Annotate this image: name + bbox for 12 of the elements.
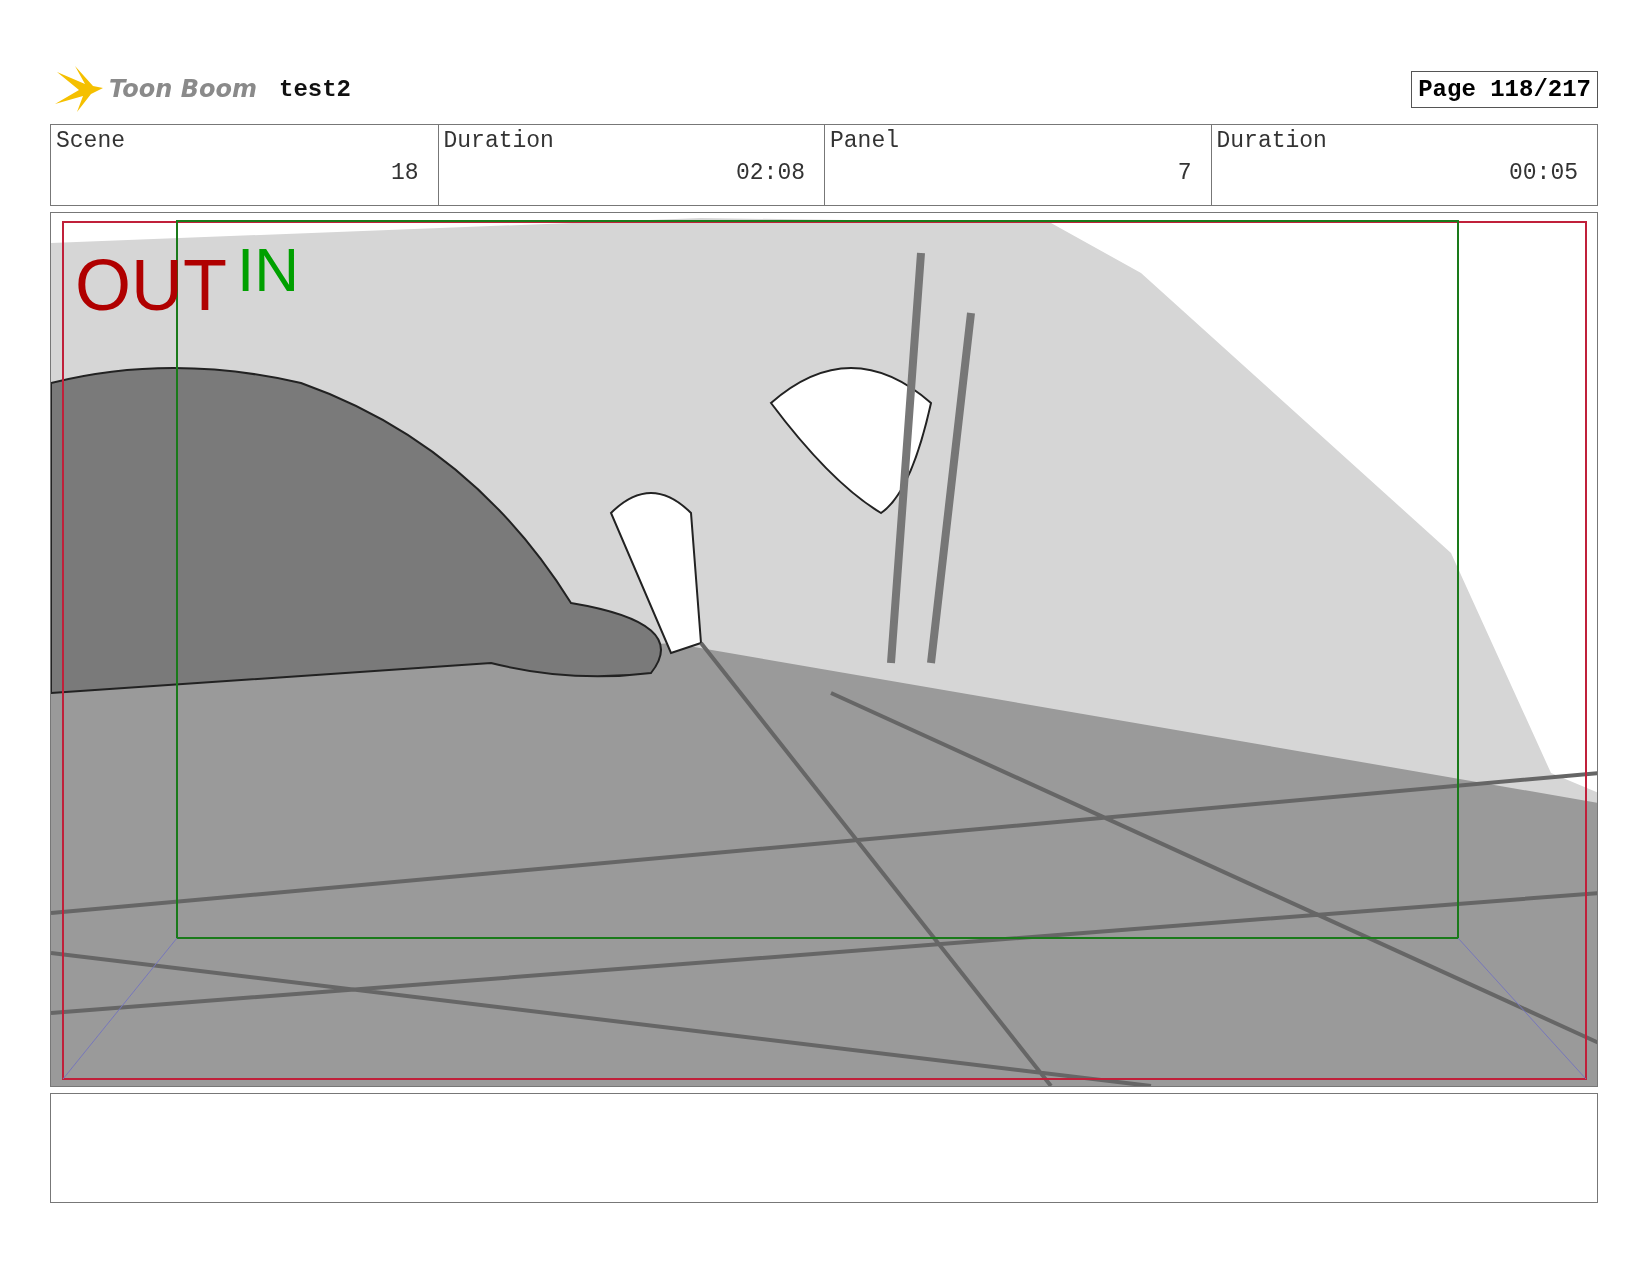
info-label: Scene <box>56 128 125 154</box>
info-label: Duration <box>443 128 554 154</box>
info-value: 7 <box>1177 160 1192 186</box>
project-title: test2 <box>279 75 351 103</box>
info-label: Duration <box>1216 128 1327 154</box>
info-value: 00:05 <box>1509 160 1578 186</box>
info-value: 18 <box>390 160 419 186</box>
info-value: 02:08 <box>736 160 805 186</box>
info-label: Panel <box>830 128 899 154</box>
logo-text: Toon Boom <box>109 75 257 103</box>
frame-label: IN <box>237 239 299 301</box>
page-number: Page 118/217 <box>1411 70 1598 108</box>
